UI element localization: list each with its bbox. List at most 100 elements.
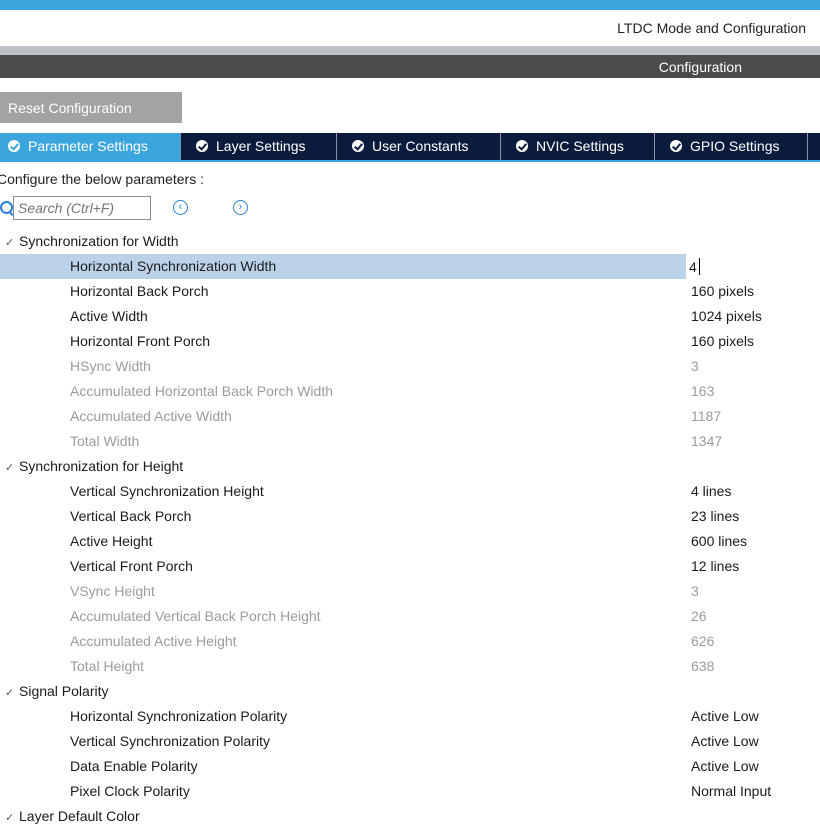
parameter-row[interactable]: Horizontal Synchronization Polarity Acti… [0,704,820,729]
chevron-down-icon: ✓ [5,687,15,699]
check-circle-icon [8,140,20,152]
parameter-row[interactable]: Data Enable Polarity Active Low [0,754,820,779]
parameter-row[interactable]: Horizontal Back Porch 160 pixels [0,279,820,304]
parameter-value[interactable]: 12 lines [691,554,739,579]
section-header[interactable]: ✓ Layer Default Color [0,804,820,829]
configuration-bar: Configuration [0,55,820,78]
tab-gpio-settings[interactable]: GPIO Settings [655,133,808,160]
tab-label: Layer Settings [216,138,306,154]
settings-tabs: Parameter Settings Layer Settings User C… [0,133,820,160]
parameter-label: Accumulated Active Height [70,633,237,649]
section-title: Synchronization for Width [19,233,179,249]
chevron-down-icon: ✓ [5,237,15,249]
parameter-row: Accumulated Active Width 1187 [0,404,820,429]
configure-instructions: Configure the below parameters : [0,171,204,187]
parameter-label: Vertical Synchronization Polarity [70,733,270,749]
parameter-label: Horizontal Synchronization Width [70,258,277,274]
parameter-label: VSync Height [70,583,155,599]
parameter-row: HSync Width 3 [0,354,820,379]
parameter-row[interactable]: Vertical Synchronization Polarity Active… [0,729,820,754]
check-circle-icon [196,140,208,152]
parameter-value[interactable]: 600 lines [691,529,747,554]
parameter-row: VSync Height 3 [0,579,820,604]
parameter-value[interactable]: Active Low [691,754,759,779]
parameter-value: 3 [691,583,699,599]
top-accent-bar [0,0,820,10]
previous-result-icon[interactable]: ‹ [173,200,188,215]
parameter-row[interactable]: Vertical Back Porch 23 lines [0,504,820,529]
parameter-value[interactable]: 23 lines [691,504,739,529]
parameter-label: Horizontal Front Porch [70,333,211,349]
parameter-value[interactable]: Normal Input [691,779,771,804]
parameter-row: Accumulated Vertical Back Porch Height 2… [0,604,820,629]
parameter-label: Pixel Clock Polarity [70,783,190,799]
parameter-value: 1187 [691,408,722,424]
parameter-value: 163 [691,383,715,399]
parameter-value[interactable]: Active Low [691,704,759,729]
parameter-label: Accumulated Horizontal Back Porch Width [70,383,333,399]
tab-nvic-settings[interactable]: NVIC Settings [501,133,655,160]
section-title: Layer Default Color [19,808,140,824]
section-header[interactable]: ✓ Synchronization for Height [0,454,820,479]
tab-parameter-settings[interactable]: Parameter Settings [0,133,181,160]
tab-underline [0,160,820,162]
parameter-value: 1347 [691,433,723,449]
parameter-row[interactable]: Horizontal Synchronization Width [0,254,686,279]
parameter-value[interactable]: 4 lines [691,479,731,504]
tab-user-constants[interactable]: User Constants [337,133,501,160]
search-input[interactable] [13,196,151,220]
configuration-title: Configuration [658,59,742,75]
header-divider [0,46,820,55]
tab-label: NVIC Settings [536,138,624,154]
parameter-row[interactable]: Active Width 1024 pixels [0,304,820,329]
parameter-row[interactable]: Vertical Front Porch 12 lines [0,554,820,579]
section-title: Synchronization for Height [19,458,184,474]
parameter-value[interactable]: 160 pixels [691,329,754,354]
tab-layer-settings[interactable]: Layer Settings [181,133,337,160]
tab-label: GPIO Settings [690,138,780,154]
parameter-value-input[interactable] [686,255,820,278]
parameter-label: Total Width [70,433,140,449]
check-circle-icon [516,140,528,152]
check-circle-icon [352,140,364,152]
parameter-value: 626 [691,633,715,649]
parameter-row: Total Width 1347 [0,429,820,454]
parameter-value: 3 [691,358,699,374]
tab-label: User Constants [372,138,469,154]
parameter-value[interactable]: 160 pixels [691,279,754,304]
parameter-value[interactable]: 1024 pixels [691,304,762,329]
parameter-list: ✓ Synchronization for Width Horizontal Sy… [0,229,820,829]
mode-header: LTDC Mode and Configuration [0,10,820,46]
parameter-value[interactable]: Active Low [691,729,759,754]
parameter-row: Accumulated Horizontal Back Porch Width … [0,379,820,404]
parameter-row[interactable]: Pixel Clock Polarity Normal Input [0,779,820,804]
section-header[interactable]: ✓ Synchronization for Width [0,229,820,254]
parameter-label: Active Width [70,308,148,324]
parameter-label: Vertical Front Porch [70,558,193,574]
section-title: Signal Polarity [19,683,109,699]
parameter-label: Data Enable Polarity [70,758,198,774]
reset-configuration-button[interactable]: Reset Configuration [0,92,182,123]
section-header[interactable]: ✓ Signal Polarity [0,679,820,704]
parameter-row: Total Height 638 [0,654,820,679]
search-row: ‹ › [0,196,820,222]
text-caret [699,258,700,275]
parameter-value: 638 [691,658,715,674]
check-circle-icon [670,140,682,152]
search-icon [0,201,13,214]
parameter-label: HSync Width [70,358,151,374]
mode-title: LTDC Mode and Configuration [617,20,806,36]
chevron-down-icon: ✓ [5,462,15,474]
parameter-value: 26 [691,608,707,624]
next-result-icon[interactable]: › [233,200,248,215]
parameter-label: Horizontal Back Porch [70,283,209,299]
parameter-row[interactable]: Horizontal Front Porch 160 pixels [0,329,820,354]
parameter-label: Accumulated Vertical Back Porch Height [70,608,321,624]
parameter-label: Total Height [70,658,144,674]
parameter-row[interactable]: Vertical Synchronization Height 4 lines [0,479,820,504]
parameter-label: Accumulated Active Width [70,408,232,424]
parameter-label: Vertical Synchronization Height [70,483,264,499]
parameter-label: Active Height [70,533,153,549]
parameter-row: Accumulated Active Height 626 [0,629,820,654]
parameter-row[interactable]: Active Height 600 lines [0,529,820,554]
